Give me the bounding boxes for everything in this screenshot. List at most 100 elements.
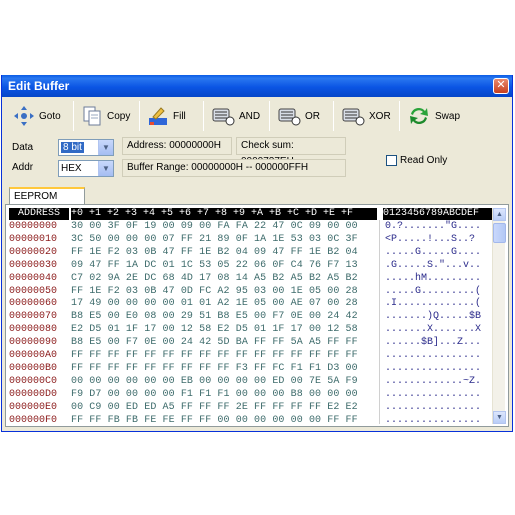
address-cell[interactable]: 00000040 xyxy=(9,273,69,286)
ascii-cell[interactable]: ................ xyxy=(385,350,493,363)
checkbox-box[interactable] xyxy=(386,155,397,166)
swap-icon xyxy=(410,107,428,125)
scroll-down-icon[interactable]: ▼ xyxy=(493,411,506,424)
ascii-cell[interactable]: .....hM......... xyxy=(385,273,493,286)
table-row[interactable]: 00000020 FF 1E F2 03 0B 47 FF 1E B2 04 09… xyxy=(9,247,493,260)
swap-label: Swap xyxy=(435,110,461,122)
and-button[interactable]: AND xyxy=(207,101,265,131)
hex-column-header: +0 +1 +2 +3 +4 +5 +6 +7 +8 +9 +A +B +C +… xyxy=(71,208,377,220)
table-row[interactable]: 000000D0 F9 D7 00 00 00 00 F1 F1 F1 00 00… xyxy=(9,389,493,402)
table-row[interactable]: 00000030 09 47 FF 1A DC 01 1C 53 05 22 06… xyxy=(9,260,493,273)
ascii-cell[interactable]: .............~Z. xyxy=(385,376,493,389)
hex-bytes-cell[interactable]: 00 C9 00 ED ED A5 FF FF FF 2E FF FF FF F… xyxy=(71,402,377,415)
ascii-cell[interactable]: .......)Q.....$B xyxy=(385,311,493,324)
copy-label: Copy xyxy=(107,110,131,122)
hex-bytes-cell[interactable]: FF FF FF FF FF FF FF FF FF F3 FF FC F1 F… xyxy=(71,363,377,376)
hex-bytes-cell[interactable]: F9 D7 00 00 00 00 F1 F1 F1 00 00 00 B8 0… xyxy=(71,389,377,402)
fill-label: Fill xyxy=(173,110,186,122)
swap-button[interactable]: Swap xyxy=(403,101,463,131)
address-cell[interactable]: 00000050 xyxy=(9,286,69,299)
table-row[interactable]: 00000000 30 00 3F 0F 19 00 09 00 FA FA 22… xyxy=(9,221,493,234)
goto-button[interactable]: Goto xyxy=(9,101,69,131)
checksum-readout: Check sum: 0000727EH xyxy=(236,137,346,167)
table-row[interactable]: 000000F0 FF FF FB FB FE FE FF FF 00 00 00… xyxy=(9,415,493,428)
hex-bytes-cell[interactable]: FF 1E F2 03 0B 47 FF 1E B2 04 09 47 FF 1… xyxy=(71,247,377,260)
addr-label: Addr xyxy=(12,162,34,173)
hex-bytes-cell[interactable]: FF FF FF FF FF FF FF FF FF FF FF FF FF F… xyxy=(71,350,377,363)
xor-label: XOR xyxy=(369,110,391,122)
close-button[interactable]: ✕ xyxy=(493,78,509,94)
ascii-cell[interactable]: ................ xyxy=(385,389,493,402)
fill-button[interactable]: Fill xyxy=(143,101,199,131)
chevron-down-icon[interactable]: ▼ xyxy=(98,161,113,176)
table-row[interactable]: 000000B0 FF FF FF FF FF FF FF FF FF F3 FF… xyxy=(9,363,493,376)
title-bar[interactable]: Edit Buffer ✕ xyxy=(2,75,512,97)
address-cell[interactable]: 000000C0 xyxy=(9,376,69,389)
ascii-cell[interactable]: .I.............( xyxy=(385,298,493,311)
address-cell[interactable]: 000000F0 xyxy=(9,415,69,428)
table-row[interactable]: 000000A0 FF FF FF FF FF FF FF FF FF FF FF… xyxy=(9,350,493,363)
settings-panel: Data 8 bit ▼ Addr HEX ▼ Address: 0000000… xyxy=(6,132,506,182)
goto-label: Goto xyxy=(39,110,61,122)
table-row[interactable]: 00000060 17 49 00 00 00 00 01 01 A2 1E 05… xyxy=(9,298,493,311)
chevron-down-icon[interactable]: ▼ xyxy=(98,140,113,155)
table-row[interactable]: 00000090 B8 E5 00 F7 0E 00 24 42 5D BA FF… xyxy=(9,337,493,350)
ascii-cell[interactable]: .....G.........( xyxy=(385,286,493,299)
hex-bytes-cell[interactable]: 00 00 00 00 00 00 EB 00 00 00 00 ED 00 7… xyxy=(71,376,377,389)
table-row[interactable]: 000000C0 00 00 00 00 00 00 EB 00 00 00 00… xyxy=(9,376,493,389)
address-readout: Address: 00000000H xyxy=(122,137,232,155)
address-cell[interactable]: 000000B0 xyxy=(9,363,69,376)
read-only-checkbox[interactable]: Read Only xyxy=(386,155,447,166)
address-cell[interactable]: 00000070 xyxy=(9,311,69,324)
table-row[interactable]: 00000080 E2 D5 01 1F 17 00 12 58 E2 D5 01… xyxy=(9,324,493,337)
table-row[interactable]: 00000050 FF 1E F2 03 0B 47 0D FC A2 95 03… xyxy=(9,286,493,299)
ascii-cell[interactable]: ................ xyxy=(385,402,493,415)
address-cell[interactable]: 00000020 xyxy=(9,247,69,260)
ascii-cell[interactable]: .......X.......X xyxy=(385,324,493,337)
ascii-cell[interactable]: ................ xyxy=(385,415,493,428)
xor-button[interactable]: XOR xyxy=(337,101,395,131)
hex-bytes-cell[interactable]: FF 1E F2 03 0B 47 0D FC A2 95 03 00 1E 0… xyxy=(71,286,377,299)
scroll-thumb[interactable] xyxy=(493,223,506,243)
ascii-cell[interactable]: .G.....S."...v.. xyxy=(385,260,493,273)
hex-bytes-cell[interactable]: C7 02 9A 2E DC 68 4D 17 08 14 A5 B2 A5 B… xyxy=(71,273,377,286)
ascii-cell[interactable]: <P.....!...S..? xyxy=(385,234,493,247)
scroll-up-icon[interactable]: ▲ xyxy=(493,208,506,221)
table-row[interactable]: 00000070 B8 E5 00 E0 08 00 29 51 B8 E5 00… xyxy=(9,311,493,324)
address-cell[interactable]: 000000A0 xyxy=(9,350,69,363)
table-row[interactable]: 00000040 C7 02 9A 2E DC 68 4D 17 08 14 A5… xyxy=(9,273,493,286)
ascii-cell[interactable]: 0.?......."G.... xyxy=(385,221,493,234)
address-cell[interactable]: 00000090 xyxy=(9,337,69,350)
hex-bytes-cell[interactable]: E2 D5 01 1F 17 00 12 58 E2 D5 01 1F 17 0… xyxy=(71,324,377,337)
address-cell[interactable]: 00000000 xyxy=(9,221,69,234)
hex-bytes-cell[interactable]: B8 E5 00 E0 08 00 29 51 B8 E5 00 F7 0E 0… xyxy=(71,311,377,324)
address-cell[interactable]: 000000E0 xyxy=(9,402,69,415)
toolbar-separator xyxy=(203,101,204,131)
ascii-cell[interactable]: ......$B]...Z... xyxy=(385,337,493,350)
hex-grid[interactable]: ADDRESS +0 +1 +2 +3 +4 +5 +6 +7 +8 +9 +A… xyxy=(9,208,493,426)
vertical-scrollbar[interactable]: ▲ ▼ xyxy=(492,208,506,424)
address-cell[interactable]: 00000060 xyxy=(9,298,69,311)
or-button[interactable]: OR xyxy=(273,101,329,131)
hex-bytes-cell[interactable]: 30 00 3F 0F 19 00 09 00 FA FA 22 47 0C 0… xyxy=(71,221,377,234)
addr-format-value: HEX xyxy=(61,163,82,174)
hex-bytes-cell[interactable]: 3C 50 00 00 00 07 FF 21 89 0F 1A 1E 53 0… xyxy=(71,234,377,247)
address-cell[interactable]: 00000030 xyxy=(9,260,69,273)
ascii-cell[interactable]: ................ xyxy=(385,363,493,376)
tab-eeprom-memory[interactable]: EEPROM Memory xyxy=(9,187,85,217)
hex-bytes-cell[interactable]: B8 E5 00 F7 0E 00 24 42 5D BA FF FF 5A A… xyxy=(71,337,377,350)
address-cell[interactable]: 00000010 xyxy=(9,234,69,247)
copy-button[interactable]: Copy xyxy=(77,101,135,131)
hex-bytes-cell[interactable]: 09 47 FF 1A DC 01 1C 53 05 22 06 0F C4 7… xyxy=(71,260,377,273)
ascii-cell[interactable]: .....G.....G.... xyxy=(385,247,493,260)
hex-bytes-cell[interactable]: FF FF FB FB FE FE FF FF 00 00 00 00 00 0… xyxy=(71,415,377,428)
table-row[interactable]: 000000E0 00 C9 00 ED ED A5 FF FF FF 2E FF… xyxy=(9,402,493,415)
hex-bytes-cell[interactable]: 17 49 00 00 00 00 01 01 A2 1E 05 00 AE 0… xyxy=(71,298,377,311)
address-cell[interactable]: 000000D0 xyxy=(9,389,69,402)
table-row[interactable]: 00000010 3C 50 00 00 00 07 FF 21 89 0F 1A… xyxy=(9,234,493,247)
address-cell[interactable]: 00000080 xyxy=(9,324,69,337)
goto-icon xyxy=(14,106,34,126)
data-width-select[interactable]: 8 bit ▼ xyxy=(58,139,114,156)
read-only-label: Read Only xyxy=(400,155,448,166)
addr-format-select[interactable]: HEX ▼ xyxy=(58,160,114,177)
